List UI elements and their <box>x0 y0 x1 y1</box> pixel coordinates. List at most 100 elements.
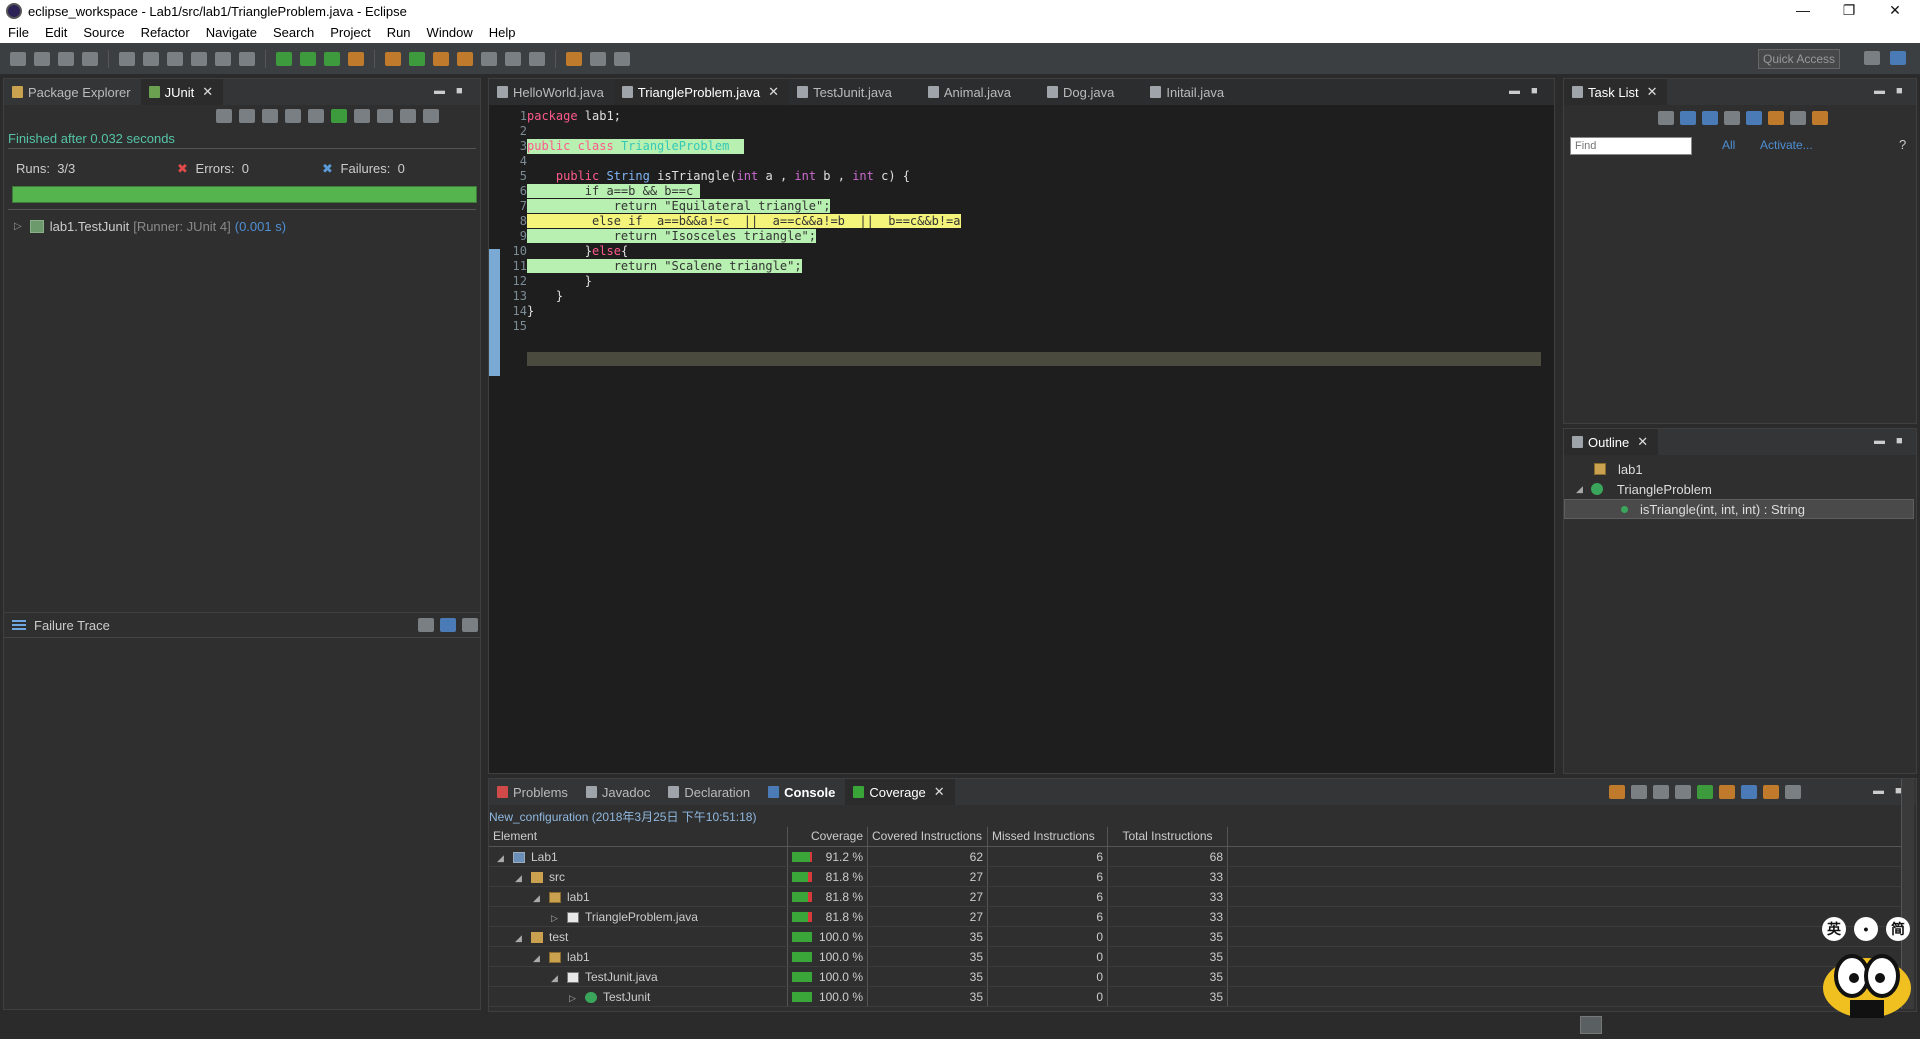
collapse-all-icon[interactable] <box>1741 785 1757 799</box>
menu-navigate[interactable]: Navigate <box>198 25 265 40</box>
show-failures-only-icon[interactable] <box>262 109 278 123</box>
help-icon[interactable]: ? <box>1899 137 1906 152</box>
tab-task-list[interactable]: Task List ✕ <box>1564 79 1668 105</box>
coverage-run-icon[interactable] <box>324 51 340 66</box>
select-session-icon[interactable] <box>1719 785 1735 799</box>
code-text-area[interactable]: 1 package lab1; 2 3 public class TriangleP… <box>489 109 1554 334</box>
remove-session-icon[interactable] <box>1653 785 1669 799</box>
coverage-row[interactable]: ◢ lab1 100.0 % 35 0 35 <box>489 947 1901 967</box>
column-total-instructions[interactable]: Total Instructions <box>1108 827 1228 846</box>
expand-arrow-icon[interactable]: ◢ <box>1576 484 1583 495</box>
tab-testjunit-java[interactable]: TestJunit.java <box>789 79 902 105</box>
ime-punctuation-button[interactable]: • <box>1854 917 1878 941</box>
open-folder-icon[interactable] <box>457 51 473 66</box>
coverage-row[interactable]: ◢ Lab1 91.2 % 62 6 68 <box>489 847 1901 867</box>
save-all-icon[interactable] <box>58 51 74 66</box>
annotation-icon[interactable] <box>505 51 521 66</box>
tab-console[interactable]: Console <box>760 779 845 805</box>
tab-junit[interactable]: JUnit ✕ <box>140 79 224 105</box>
minimize-view-icon[interactable]: ▬ <box>1874 85 1885 97</box>
java-perspective-icon[interactable] <box>1890 51 1906 65</box>
synchronize-icon[interactable] <box>1812 111 1828 125</box>
maximize-view-icon[interactable]: ■ <box>1531 85 1538 97</box>
menu-source[interactable]: Source <box>75 25 132 40</box>
copy-trace-icon[interactable] <box>462 618 478 632</box>
task-activate-link[interactable]: Activate... <box>1760 138 1813 152</box>
open-type-icon[interactable] <box>433 51 449 66</box>
minimize-view-icon[interactable]: ▬ <box>1509 85 1520 97</box>
outline-package-row[interactable]: lab1 <box>1564 459 1914 479</box>
previous-failure-icon[interactable] <box>239 109 255 123</box>
back-icon[interactable] <box>566 51 582 66</box>
link-editor-icon[interactable] <box>1763 785 1779 799</box>
maximize-view-icon[interactable]: ■ <box>456 85 463 97</box>
chevron-down-icon[interactable] <box>423 109 439 123</box>
close-icon[interactable]: ✕ <box>768 84 779 100</box>
scheduled-icon[interactable] <box>1702 111 1718 125</box>
menu-project[interactable]: Project <box>322 25 378 40</box>
history-back-icon[interactable] <box>590 51 606 66</box>
coverage-row[interactable]: ◢ lab1 81.8 % 27 6 33 <box>489 887 1901 907</box>
merge-sessions-icon[interactable] <box>1697 785 1713 799</box>
tab-helloworld-java[interactable]: HelloWorld.java <box>489 79 614 105</box>
rerun-test-icon[interactable] <box>308 109 324 123</box>
scroll-lock-icon[interactable] <box>285 109 301 123</box>
menu-window[interactable]: Window <box>419 25 481 40</box>
minimize-view-icon[interactable]: ▬ <box>1874 435 1885 447</box>
menu-run[interactable]: Run <box>379 25 419 40</box>
expand-arrow-icon[interactable]: ▷ <box>551 913 561 924</box>
build-icon[interactable] <box>191 51 207 66</box>
dump-icon[interactable] <box>1631 785 1647 799</box>
next-failure-icon[interactable] <box>216 109 232 123</box>
history-icon[interactable] <box>377 109 393 123</box>
close-icon[interactable]: ✕ <box>1647 84 1658 100</box>
run-icon[interactable] <box>300 51 316 66</box>
expand-arrow-icon[interactable]: ◢ <box>551 973 561 984</box>
refresh-icon[interactable] <box>409 51 425 66</box>
ime-language-button[interactable]: 英 <box>1822 917 1846 941</box>
remove-all-icon[interactable] <box>1675 785 1691 799</box>
stop-icon[interactable] <box>354 109 370 123</box>
coverage-row[interactable]: ◢ TestJunit.java 100.0 % 35 0 35 <box>489 967 1901 987</box>
new-icon[interactable] <box>10 51 26 66</box>
column-element[interactable]: Element <box>489 827 788 846</box>
outline-class-row[interactable]: ◢ TriangleProblem <box>1564 479 1914 499</box>
filter-stack-icon[interactable] <box>418 618 434 632</box>
compare-icon[interactable] <box>440 618 456 632</box>
ime-simplified-button[interactable]: 简 <box>1886 917 1910 941</box>
coverage-row[interactable]: ◢ test 100.0 % 35 0 35 <box>489 927 1901 947</box>
hide-completed-icon[interactable] <box>1724 111 1740 125</box>
open-perspective-icon[interactable] <box>1864 51 1880 65</box>
new-java-project-icon[interactable] <box>385 51 401 66</box>
debug-icon[interactable] <box>276 51 292 66</box>
menu-file[interactable]: File <box>0 25 37 40</box>
coverage-row[interactable]: ▷ TriangleProblem.java 81.8 % 27 6 33 <box>489 907 1901 927</box>
tab-coverage[interactable]: Coverage ✕ <box>845 779 955 805</box>
bookmark-icon[interactable] <box>529 51 545 66</box>
menu-edit[interactable]: Edit <box>37 25 75 40</box>
sync-icon[interactable] <box>1768 111 1784 125</box>
minimize-button[interactable]: — <box>1780 0 1826 22</box>
close-icon[interactable]: ✕ <box>1637 434 1648 450</box>
coverage-row[interactable]: ▷ TestJunit 100.0 % 35 0 35 <box>489 987 1901 1007</box>
view-menu-icon[interactable] <box>1785 785 1801 799</box>
relaunch-icon[interactable] <box>1609 785 1625 799</box>
close-window-button[interactable]: ✕ <box>1872 0 1918 22</box>
coverage-row[interactable]: ◢ src 81.8 % 27 6 33 <box>489 867 1901 887</box>
column-covered-instructions[interactable]: Covered Instructions <box>868 827 988 846</box>
maximize-view-icon[interactable]: ■ <box>1896 435 1903 447</box>
expand-arrow-icon[interactable]: ◢ <box>515 873 525 884</box>
new-task-icon[interactable] <box>1658 111 1674 125</box>
column-coverage[interactable]: Coverage <box>788 827 868 846</box>
restore-button[interactable]: ❐ <box>1826 0 1872 22</box>
tab-initail-java[interactable]: Initail.java <box>1142 79 1234 105</box>
new-server-icon[interactable] <box>143 51 159 66</box>
expand-arrow-icon[interactable]: ▷ <box>569 993 579 1004</box>
expand-arrow-icon[interactable]: ◢ <box>515 933 525 944</box>
tab-problems[interactable]: Problems <box>489 779 578 805</box>
categorized-icon[interactable] <box>1680 111 1696 125</box>
expand-arrow-icon[interactable]: ▷ <box>14 221 22 232</box>
collapse-all-icon[interactable] <box>1790 111 1806 125</box>
view-menu-icon[interactable] <box>400 109 416 123</box>
tab-declaration[interactable]: Declaration <box>660 779 760 805</box>
